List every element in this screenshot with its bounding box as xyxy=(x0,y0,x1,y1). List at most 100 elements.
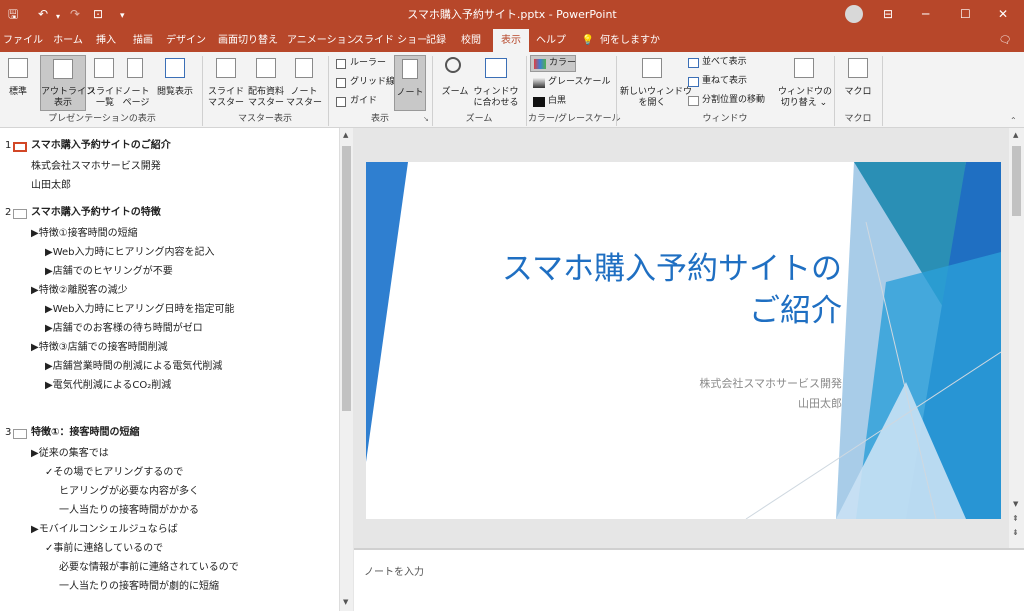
handout-master-button[interactable]: 配布資料 マスター xyxy=(246,55,286,111)
tab-slideshow[interactable]: スライド ショー xyxy=(354,29,427,52)
outline-line[interactable]: ▶従来の集客では xyxy=(31,447,109,461)
close-button[interactable]: ✕ xyxy=(998,6,1008,22)
scroll-thumb[interactable] xyxy=(342,146,351,411)
slide-canvas[interactable]: スマホ購入予約サイトの ご紹介 株式会社スマホサービス開発 山田太郎 xyxy=(366,162,1001,519)
slide-title[interactable]: スマホ購入予約サイトの ご紹介 xyxy=(426,248,842,332)
outline-line[interactable]: 一人当たりの接客時間が劇的に短縮 xyxy=(59,580,219,594)
grayscale-button[interactable]: グレースケール xyxy=(530,75,612,92)
outline-view-icon xyxy=(53,59,73,79)
tab-view[interactable]: 表示 xyxy=(493,29,529,52)
tab-animations[interactable]: アニメーション xyxy=(287,29,357,52)
slide-thumbnail-icon[interactable] xyxy=(13,142,27,152)
tab-review[interactable]: 校閲 xyxy=(456,29,486,52)
zoom-button[interactable]: ズーム xyxy=(438,55,472,103)
switch-windows-button[interactable]: ウィンドウの 切り替え ⌄ xyxy=(778,55,833,111)
gridlines-checkbox[interactable] xyxy=(336,78,346,88)
outline-slide-title[interactable]: スマホ購入予約サイトの特徴 xyxy=(31,206,161,220)
tab-draw[interactable]: 描画 xyxy=(128,29,158,52)
outline-line[interactable]: 一人当たりの接客時間がかかる xyxy=(59,504,199,518)
slide-thumbnail-icon[interactable] xyxy=(13,429,27,439)
tab-record[interactable]: 記録 xyxy=(421,29,451,52)
normal-view-icon xyxy=(8,58,28,78)
normal-view-label: 標準 xyxy=(8,87,27,97)
maximize-button[interactable]: ☐ xyxy=(960,6,971,22)
notes-pane[interactable]: ノートを入力 xyxy=(354,548,1024,611)
tab-home[interactable]: ホーム xyxy=(48,29,88,52)
tell-me-search[interactable]: 何をしますか xyxy=(600,29,660,52)
new-window-label-1: 新しいウィンドウ xyxy=(620,87,693,97)
move-split-button[interactable]: 分割位置の移動 xyxy=(686,94,776,109)
comments-icon[interactable]: 🗨 xyxy=(995,29,1015,52)
color-button[interactable]: カラー xyxy=(530,55,576,72)
new-window-button[interactable]: 新しいウィンドウ を開く xyxy=(620,55,693,111)
tab-insert[interactable]: 挿入 xyxy=(91,29,121,52)
outline-line[interactable]: ヒアリングが必要な内容が多く xyxy=(59,485,199,499)
outline-line[interactable]: ▶Web入力時にヒアリング内容を記入 xyxy=(45,246,215,260)
scroll-down-icon[interactable]: ▼ xyxy=(343,598,348,606)
slide-subtitle[interactable]: 株式会社スマホサービス開発 山田太郎 xyxy=(526,374,842,414)
notes-master-button[interactable]: ノート マスター xyxy=(286,55,322,111)
slide-master-label-1: スライド xyxy=(207,87,244,97)
black-and-white-button[interactable]: 白黒 xyxy=(530,94,576,111)
outline-line[interactable]: 山田太郎 xyxy=(31,179,71,193)
outline-line[interactable]: ✓その場でヒアリングするので xyxy=(45,466,183,480)
outline-line[interactable]: ✓事前に連絡しているので xyxy=(45,542,163,556)
fit-to-window-button[interactable]: ウィンドウ に合わせる xyxy=(472,55,520,111)
notes-icon xyxy=(402,59,418,79)
tab-file[interactable]: ファイル xyxy=(3,29,43,52)
title-bar: 🖫 ↶ ▾ ↷ ⊡ ▾ スマホ購入予約サイト.pptx - PowerPoint… xyxy=(0,0,1024,29)
notes-label: ノート xyxy=(396,88,424,98)
grayscale-swatch-icon xyxy=(533,78,545,88)
outline-line[interactable]: ▶店舗営業時間の削減による電気代削減 xyxy=(45,360,222,374)
outline-line[interactable]: ▶特徴①接客時間の短縮 xyxy=(31,227,138,241)
show-dialog-launcher-icon[interactable]: ↘ xyxy=(423,115,429,123)
ruler-checkbox[interactable] xyxy=(336,59,346,69)
outline-line[interactable]: 株式会社スマホサービス開発 xyxy=(31,160,161,174)
ribbon-display-options-icon[interactable]: ⊟ xyxy=(883,6,893,22)
outline-line[interactable]: ▶電気代削減によるCO₂削減 xyxy=(45,379,171,393)
ribbon-separator xyxy=(834,56,835,126)
outline-pane[interactable]: 1 スマホ購入予約サイトのご紹介 株式会社スマホサービス開発 山田太郎 2 スマ… xyxy=(0,128,339,611)
minimize-button[interactable]: ─ xyxy=(922,6,929,22)
slide-sorter-button[interactable]: スライド 一覧 xyxy=(87,55,123,111)
notes-page-label-2: ページ xyxy=(122,98,150,108)
notes-placeholder: ノートを入力 xyxy=(364,567,424,578)
outline-line[interactable]: ▶特徴②離脱客の減少 xyxy=(31,284,128,298)
notes-toggle-button[interactable]: ノート xyxy=(394,55,426,111)
scroll-up-icon[interactable]: ▲ xyxy=(1013,131,1018,139)
scroll-up-icon[interactable]: ▲ xyxy=(343,131,348,139)
previous-slide-icon[interactable]: ⇞ xyxy=(1012,514,1019,523)
guides-checkbox[interactable] xyxy=(336,97,346,107)
tab-help[interactable]: ヘルプ xyxy=(534,29,568,52)
group-label-macros: マクロ xyxy=(844,114,872,124)
scroll-thumb[interactable] xyxy=(1012,146,1021,216)
tab-transitions[interactable]: 画面切り替え xyxy=(214,29,282,52)
slide-master-button[interactable]: スライド マスター xyxy=(206,55,246,111)
arrange-all-button[interactable]: 並べて表示 xyxy=(686,56,770,71)
scroll-down-icon[interactable]: ▼ xyxy=(1013,500,1018,508)
notes-page-button[interactable]: ノート ページ xyxy=(122,55,150,111)
macros-button[interactable]: マクロ xyxy=(840,55,876,103)
outline-line[interactable]: 必要な情報が事前に連絡されているので xyxy=(59,561,239,575)
collapse-ribbon-icon[interactable]: ⌃ xyxy=(1010,116,1017,125)
outline-line[interactable]: ▶モバイルコンシェルジュならば xyxy=(31,523,178,537)
slide-thumbnail-icon[interactable] xyxy=(13,209,27,219)
outline-slide-title[interactable]: スマホ購入予約サイトのご紹介 xyxy=(31,139,171,153)
user-avatar[interactable] xyxy=(845,5,863,23)
outline-line[interactable]: ▶店舗でのお客様の待ち時間がゼロ xyxy=(45,322,203,336)
outline-slide-title[interactable]: 特徴①：接客時間の短縮 xyxy=(31,426,139,440)
slide-sorter-label-2: 一覧 xyxy=(95,98,114,108)
slide-scrollbar[interactable]: ▲ ▼ ⇞ ⇟ xyxy=(1009,128,1024,548)
outline-line[interactable]: ▶店舗でのヒヤリングが不要 xyxy=(45,265,173,279)
reading-view-button[interactable]: 閲覧表示 xyxy=(152,55,198,103)
outline-scrollbar[interactable]: ▲ ▼ xyxy=(339,128,353,611)
outline-view-button[interactable]: アウトライン 表示 xyxy=(40,55,95,111)
cascade-button[interactable]: 重ねて表示 xyxy=(686,75,770,90)
outline-line[interactable]: ▶特徴③店舗での接客時間削減 xyxy=(31,341,168,355)
tab-design[interactable]: デザイン xyxy=(164,29,208,52)
normal-view-button[interactable]: 標準 xyxy=(4,55,32,103)
slide-sorter-icon xyxy=(94,58,114,78)
outline-line[interactable]: ▶Web入力時にヒアリング日時を指定可能 xyxy=(45,303,235,317)
next-slide-icon[interactable]: ⇟ xyxy=(1012,528,1019,537)
switch-windows-label-1: ウィンドウの xyxy=(778,87,833,97)
